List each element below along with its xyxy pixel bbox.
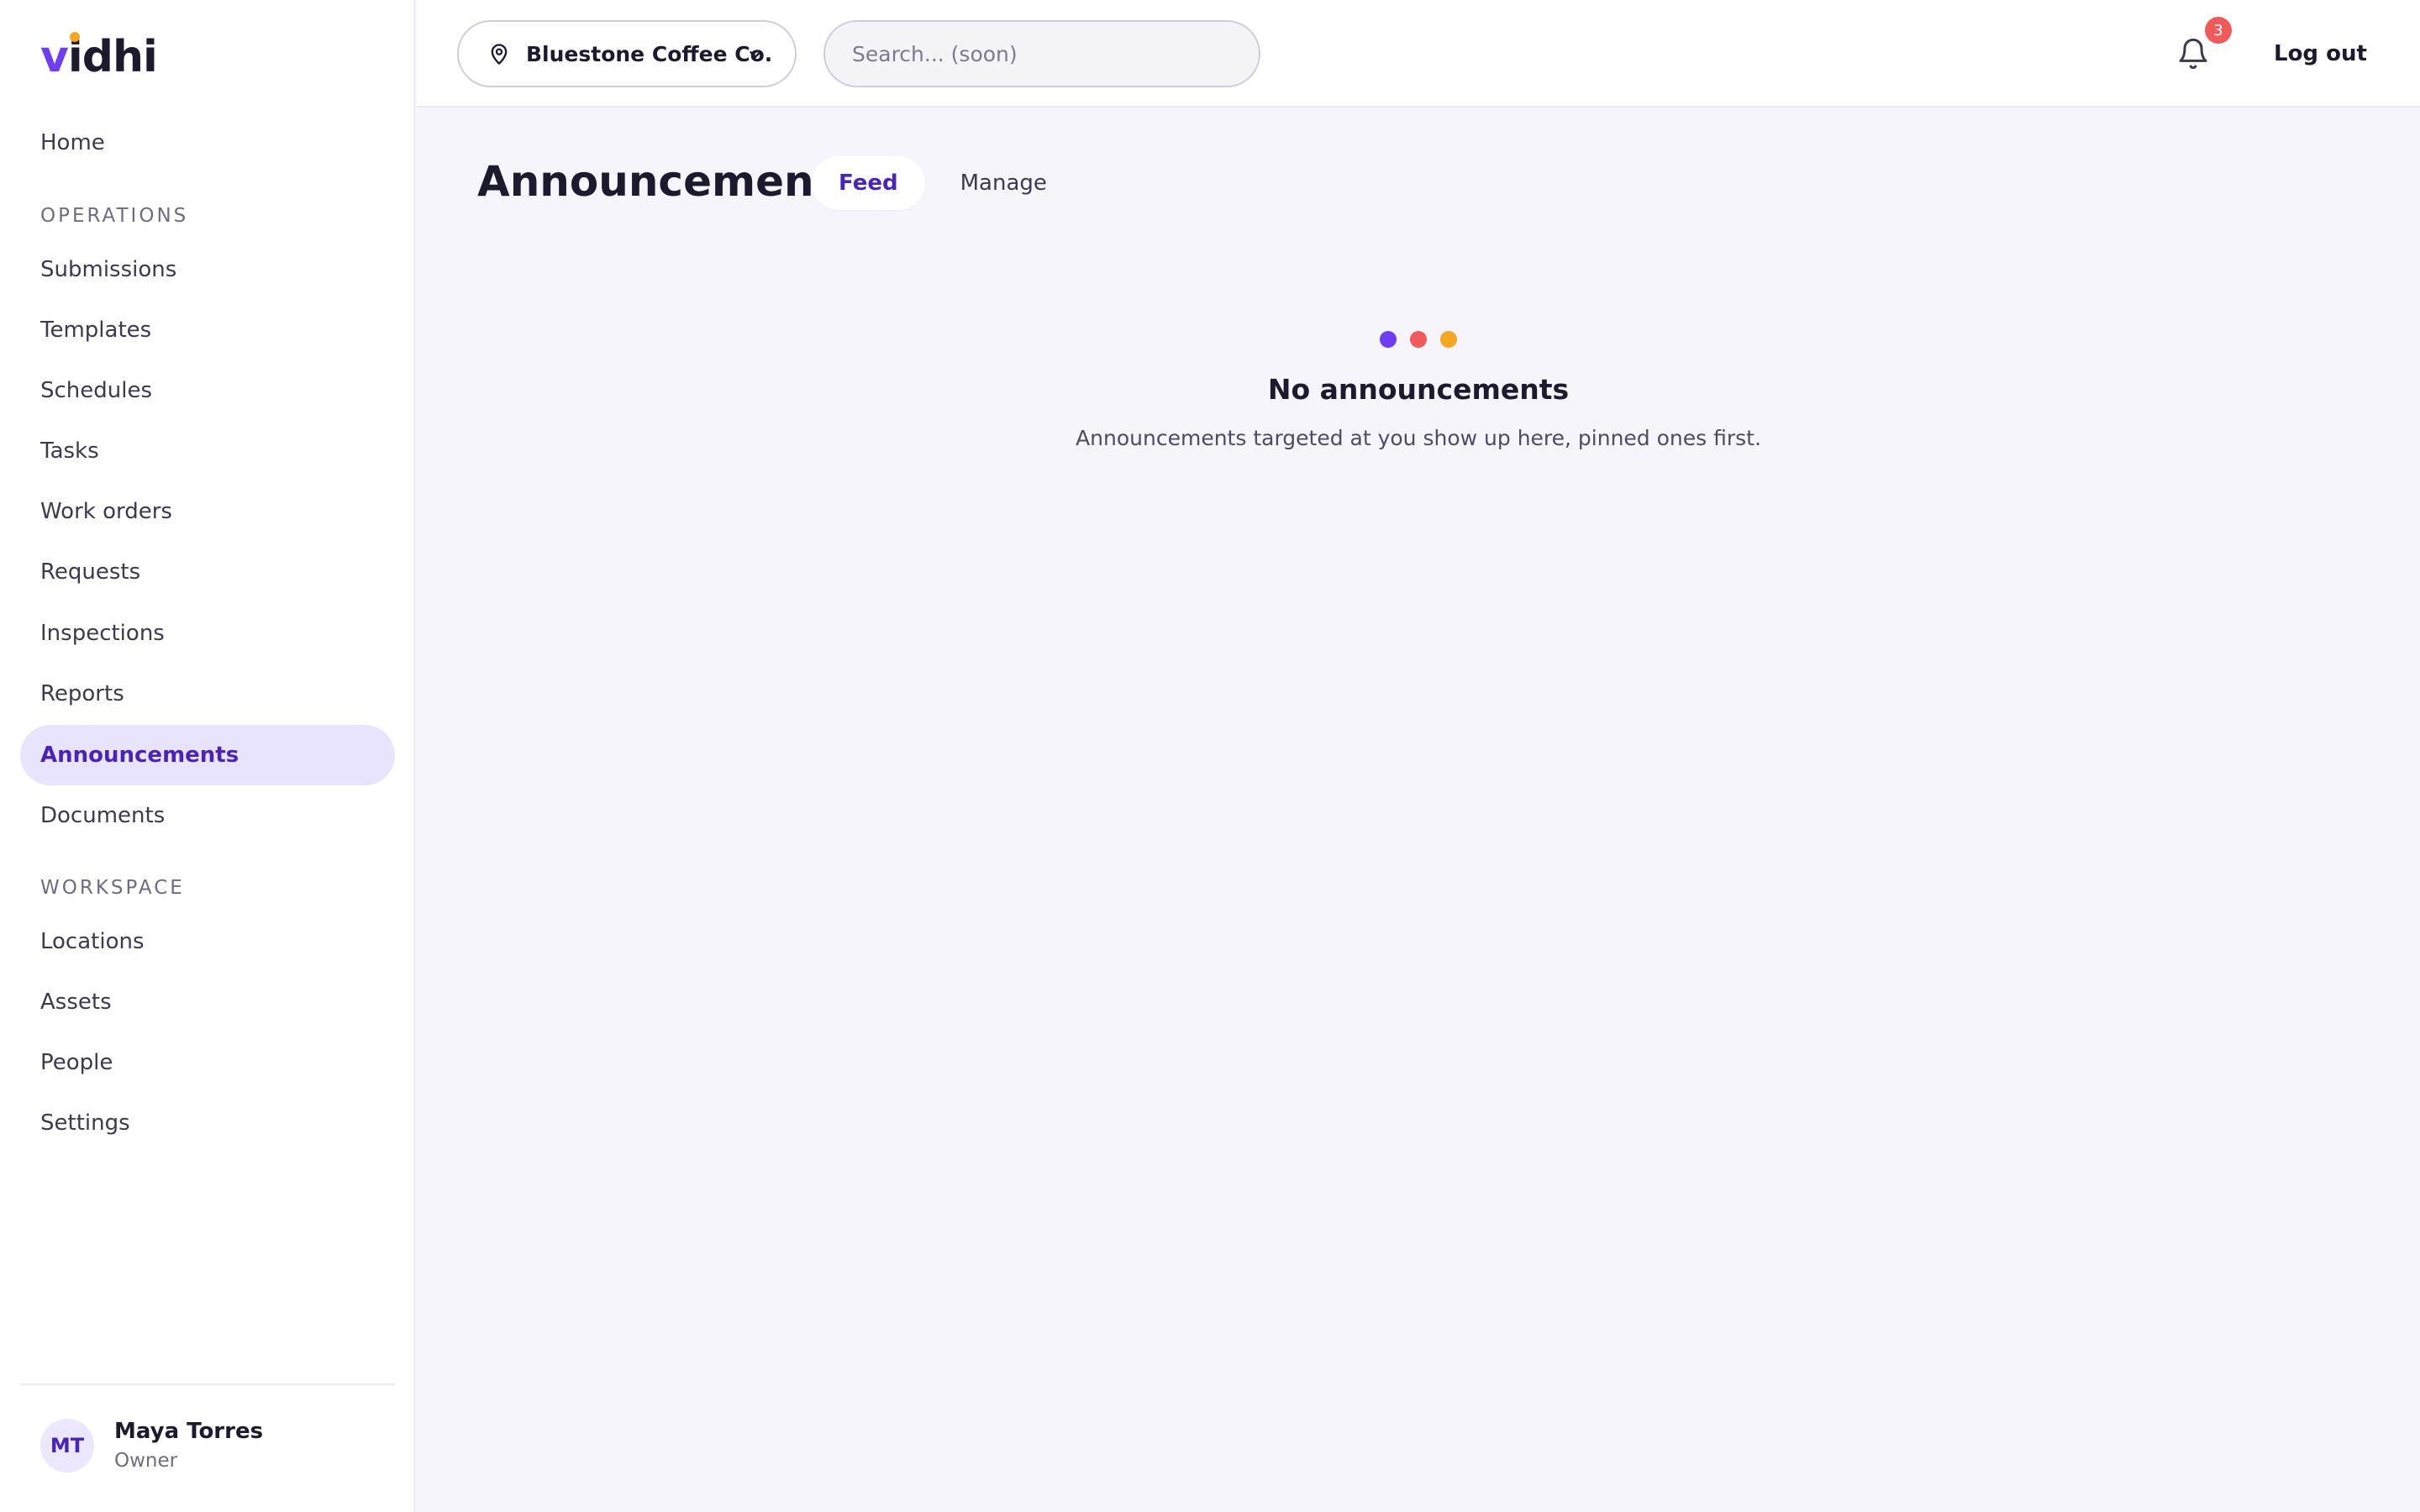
logo-dot xyxy=(70,32,81,42)
empty-state-description: Announcements targeted at you show up he… xyxy=(1076,426,1761,450)
nav-section-operations: OPERATIONS xyxy=(40,205,189,227)
sidebar-divider xyxy=(20,1383,395,1385)
map-pin-icon xyxy=(491,44,508,65)
user-role: Owner xyxy=(114,1450,178,1472)
topbar: Bluestone Coffee Co. 3 Log out xyxy=(417,0,2420,108)
tab-bar: Feed Manage xyxy=(812,156,1082,210)
sidebar-item-schedules[interactable]: Schedules xyxy=(20,360,395,421)
tab-feed[interactable]: Feed xyxy=(812,156,925,210)
logo-i: i xyxy=(68,32,83,79)
avatar: MT xyxy=(40,1419,94,1473)
tab-manage[interactable]: Manage xyxy=(934,156,1074,210)
sidebar-item-announcements[interactable]: Announcements xyxy=(20,725,395,785)
sidebar-item-templates[interactable]: Templates xyxy=(20,300,395,360)
user-card[interactable]: MT Maya Torres Owner xyxy=(40,1416,263,1475)
sidebar-item-home[interactable]: Home xyxy=(20,113,395,173)
vidhi-logo[interactable]: v i dhi xyxy=(40,32,158,82)
dot-orange xyxy=(1440,331,1457,348)
sidebar-item-people[interactable]: People xyxy=(20,1032,395,1093)
sidebar-item-reports[interactable]: Reports xyxy=(20,664,395,724)
sidebar-item-assets[interactable]: Assets xyxy=(20,972,395,1032)
user-meta: Maya Torres Owner xyxy=(114,1416,263,1475)
loading-dots xyxy=(417,326,2420,353)
location-selector[interactable]: Bluestone Coffee Co. xyxy=(457,20,797,87)
empty-state: No announcements Announcements targeted … xyxy=(417,326,2420,454)
sidebar-item-inspections[interactable]: Inspections xyxy=(20,603,395,664)
bell-icon[interactable] xyxy=(2176,37,2210,71)
sidebar-item-tasks[interactable]: Tasks xyxy=(20,421,395,481)
nav-section-workspace: WORKSPACE xyxy=(40,877,185,899)
search-input[interactable] xyxy=(823,20,1260,87)
sidebar: v i dhi Home OPERATIONS Submissions Templa… xyxy=(0,0,415,1512)
location-label: Bluestone Coffee Co. xyxy=(526,41,773,66)
app-root: v i dhi Home OPERATIONS Submissions Templa… xyxy=(0,0,2420,1512)
sidebar-item-locations[interactable]: Locations xyxy=(20,911,395,972)
logo-v: v xyxy=(40,32,69,82)
logo-rest: dhi xyxy=(82,32,158,82)
sidebar-item-work-orders[interactable]: Work orders xyxy=(20,481,395,542)
chevron-down-icon xyxy=(750,51,761,58)
empty-state-title: No announcements xyxy=(1267,373,1570,406)
page-title: Announcements xyxy=(477,157,860,206)
dot-red xyxy=(1410,331,1427,348)
dot-purple xyxy=(1380,331,1397,348)
notification-badge: 3 xyxy=(2205,17,2232,44)
sidebar-item-requests[interactable]: Requests xyxy=(20,542,395,602)
sidebar-item-submissions[interactable]: Submissions xyxy=(20,239,395,300)
sidebar-item-documents[interactable]: Documents xyxy=(20,785,395,846)
user-name: Maya Torres xyxy=(114,1419,264,1444)
sidebar-item-settings[interactable]: Settings xyxy=(20,1093,395,1153)
logout-button[interactable]: Log out xyxy=(2274,37,2367,71)
